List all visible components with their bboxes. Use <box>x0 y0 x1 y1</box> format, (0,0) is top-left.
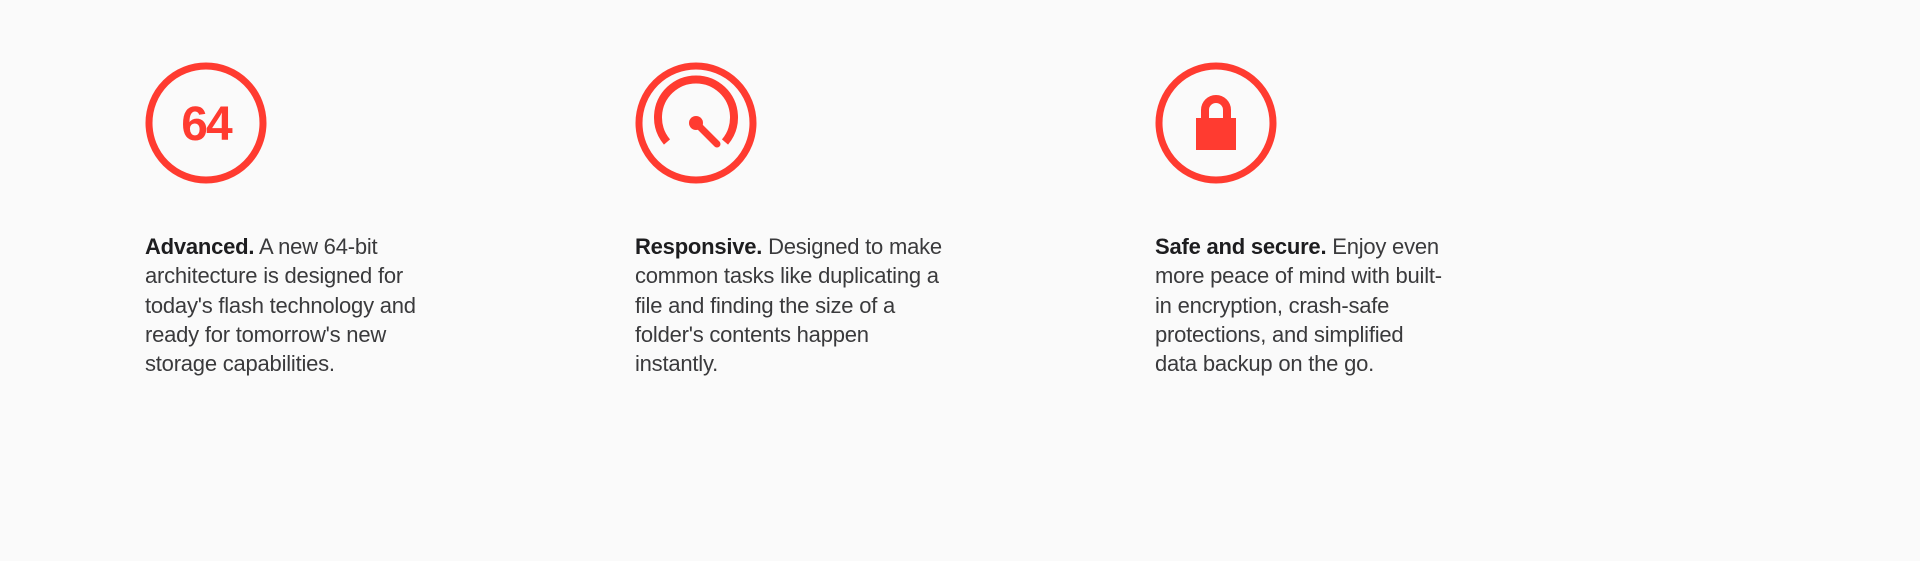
feature-responsive: Responsive. Designed to make common task… <box>635 62 955 378</box>
feature-title: Responsive. <box>635 234 762 259</box>
feature-text: Safe and secure. Enjoy even more peace o… <box>1155 232 1445 378</box>
feature-text: Responsive. Designed to make common task… <box>635 232 955 378</box>
features-grid: 64 Advanced. A new 64-bit architecture i… <box>0 0 1920 378</box>
svg-text:64: 64 <box>181 98 233 151</box>
gauge-icon <box>635 62 757 184</box>
lock-icon <box>1155 62 1277 184</box>
feature-text: Advanced. A new 64-bit architecture is d… <box>145 232 435 378</box>
feature-safe-secure: Safe and secure. Enjoy even more peace o… <box>1155 62 1445 378</box>
sixtyfour-icon: 64 <box>145 62 267 184</box>
feature-advanced: 64 Advanced. A new 64-bit architecture i… <box>145 62 435 378</box>
feature-title: Safe and secure. <box>1155 234 1326 259</box>
feature-title: Advanced. <box>145 234 254 259</box>
